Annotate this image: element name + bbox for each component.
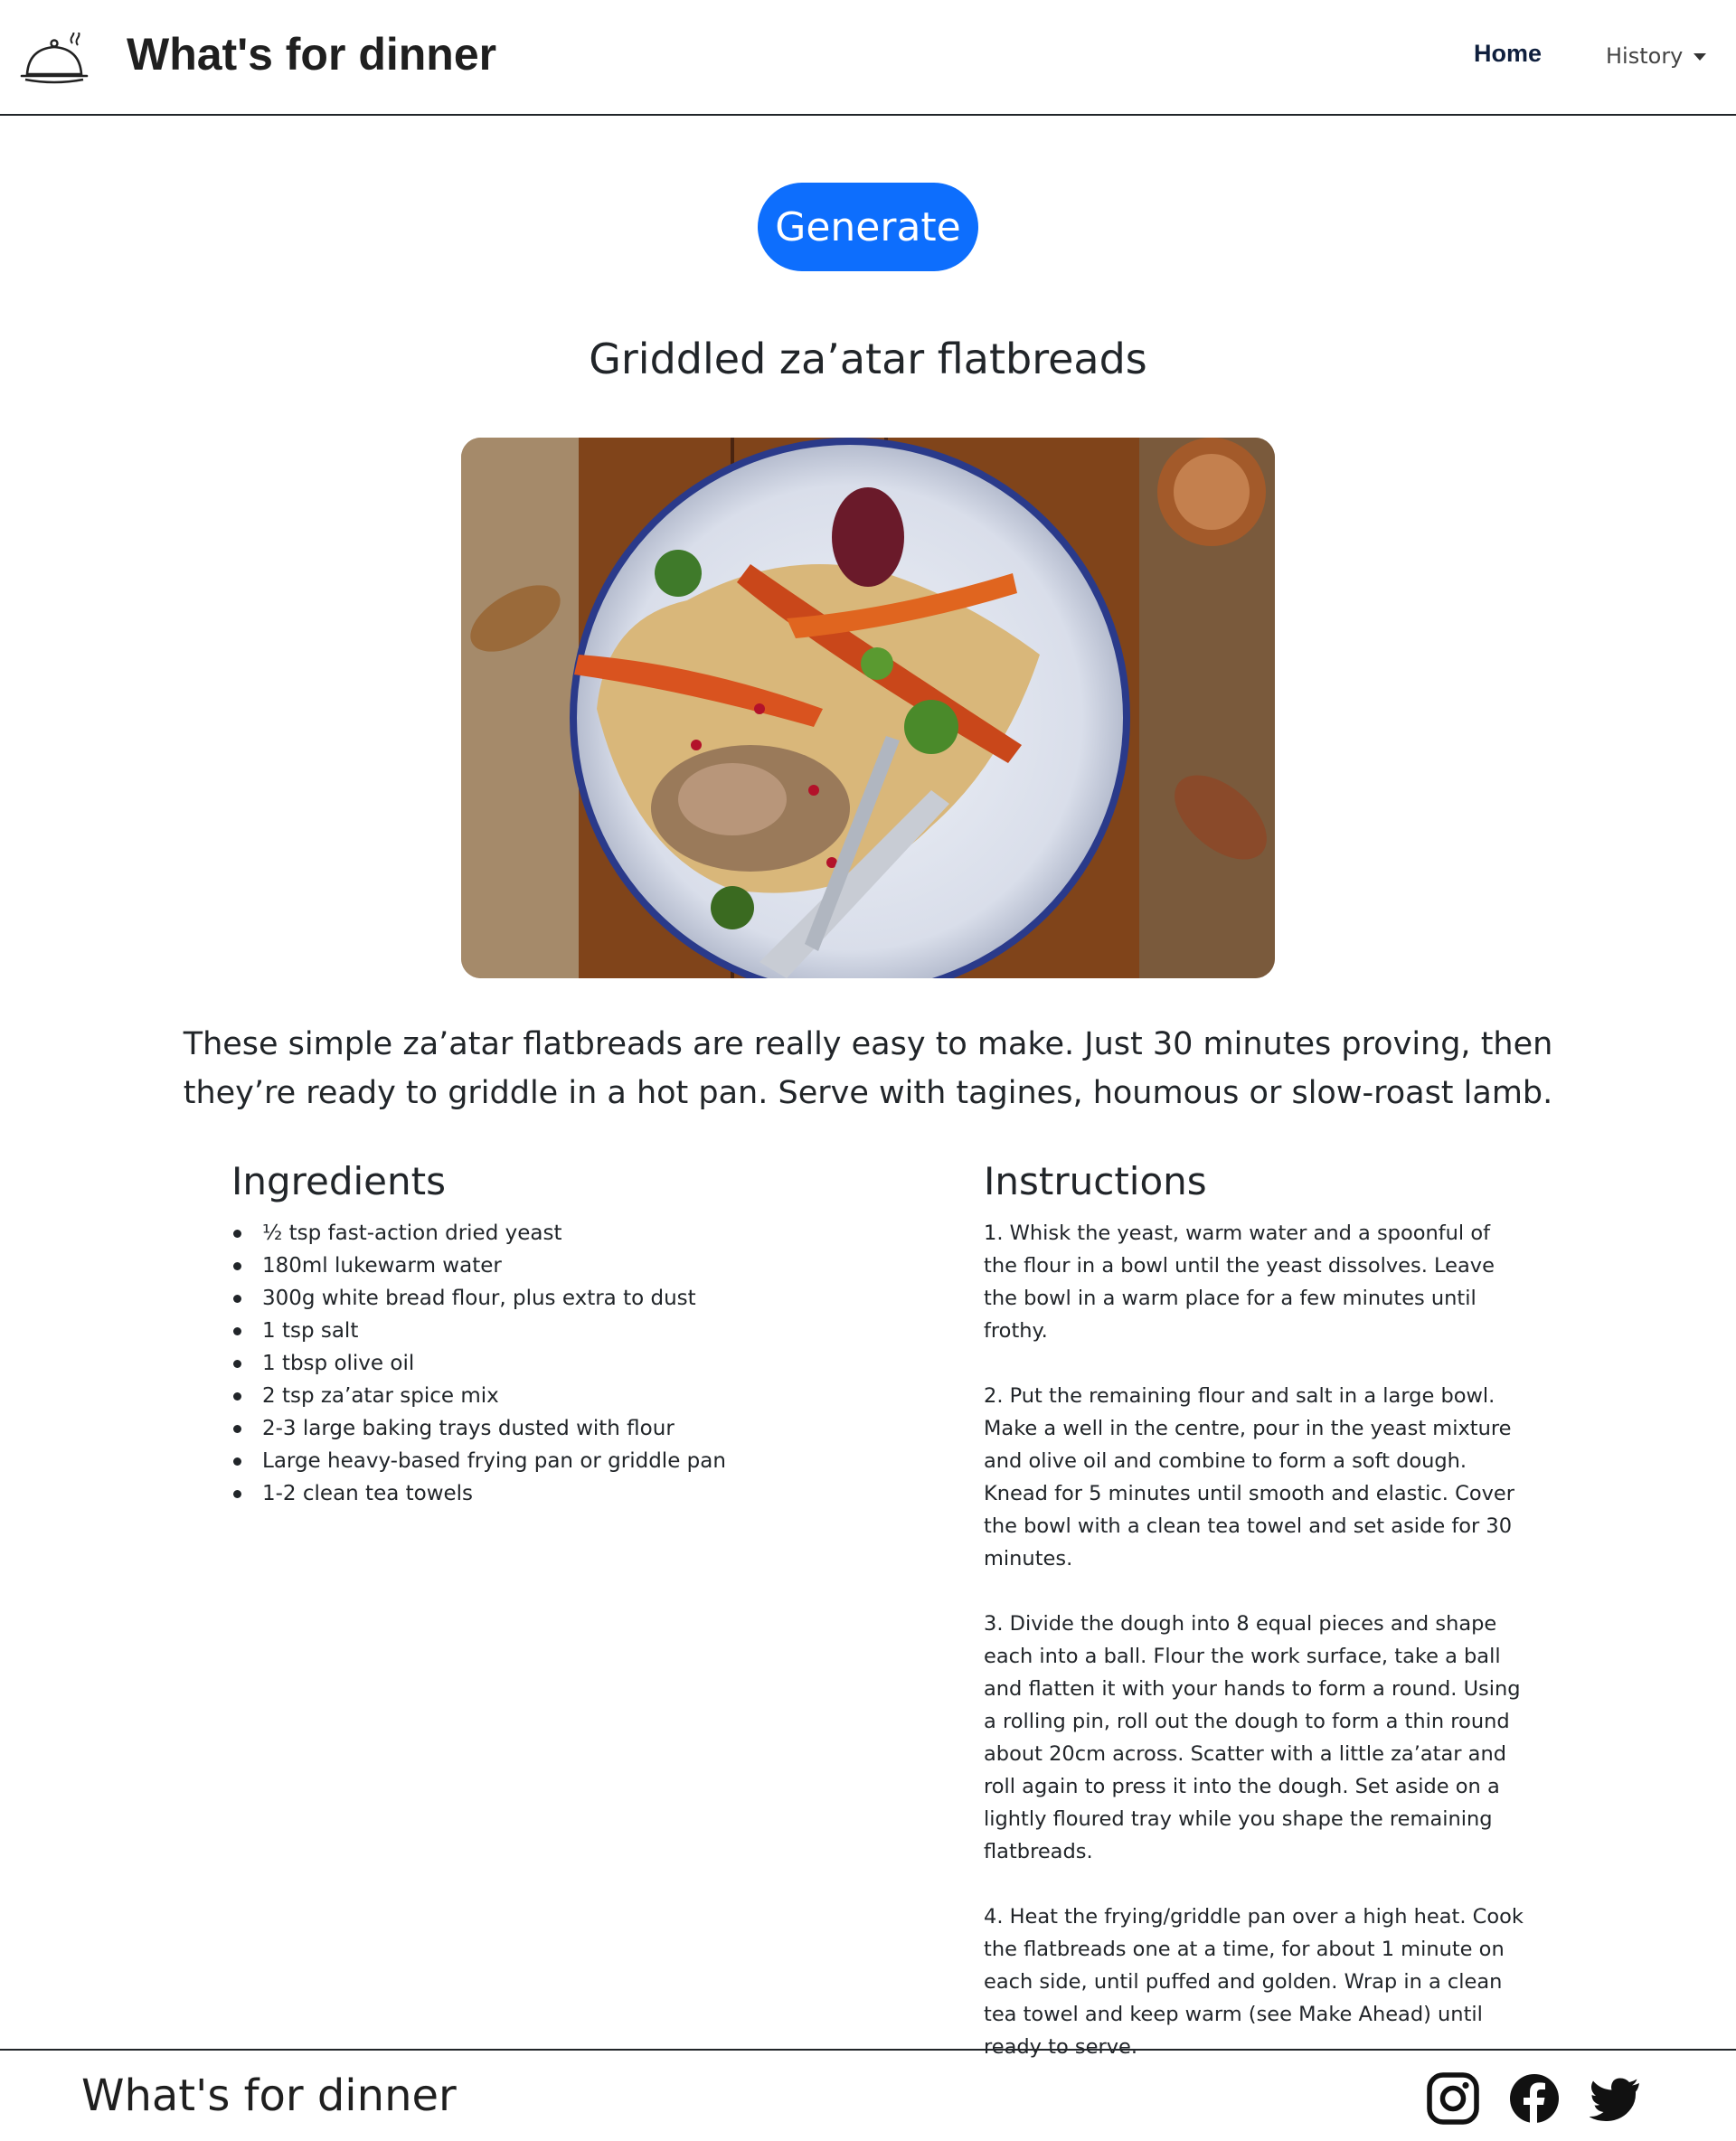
instructions-body: 1. Whisk the yeast, warm water and a spo… (984, 1217, 1526, 2096)
ingredient-item: 1-2 clean tea towels (231, 1477, 864, 1510)
instruction-step: 2. Put the remaining flour and salt in a… (984, 1384, 1514, 1570)
serving-cloche-icon[interactable] (20, 28, 89, 87)
ingredient-item: 1 tsp salt (231, 1315, 864, 1347)
instagram-icon[interactable] (1427, 2072, 1479, 2125)
ingredients-list: ½ tsp fast-action dried yeast 180ml luke… (231, 1217, 864, 1510)
instruction-step: 1. Whisk the yeast, warm water and a spo… (984, 1221, 1495, 1343)
recipe-title: Griddled za’atar flatbreads (589, 335, 1147, 383)
recipe-description: These simple za’atar flatbreads are real… (183, 1026, 1553, 1111)
ingredients-heading: Ingredients (231, 1159, 446, 1203)
nav-history-dropdown[interactable]: History (1606, 43, 1707, 69)
ingredient-item: Large heavy-based frying pan or griddle … (231, 1445, 864, 1477)
ingredient-item: 2 tsp za’atar spice mix (231, 1380, 864, 1412)
ingredient-item: 180ml lukewarm water (231, 1250, 864, 1282)
instruction-step: 3. Divide the dough into 8 equal pieces … (984, 1612, 1521, 1863)
ingredient-item: ½ tsp fast-action dried yeast (231, 1217, 864, 1250)
chevron-down-icon (1694, 53, 1707, 61)
generate-button[interactable]: Generate (758, 183, 978, 271)
ingredient-item: 1 tbsp olive oil (231, 1347, 864, 1380)
ingredient-item: 2-3 large baking trays dusted with flour (231, 1412, 864, 1445)
recipe-image (461, 438, 1275, 978)
footer-brand: What's for dinner (81, 2070, 457, 2121)
instructions-heading: Instructions (984, 1159, 1207, 1203)
footer: What's for dinner (0, 2049, 1736, 2141)
twitter-icon[interactable] (1590, 2072, 1642, 2125)
page: What's for dinner Home History Generate … (0, 0, 1736, 2141)
navbar: What's for dinner Home History (0, 0, 1736, 116)
nav-home-link[interactable]: Home (1474, 40, 1542, 68)
nav-history-label: History (1606, 43, 1684, 69)
brand-name[interactable]: What's for dinner (127, 27, 496, 81)
facebook-icon[interactable] (1508, 2072, 1561, 2125)
instruction-step: 4. Heat the frying/griddle pan over a hi… (984, 1905, 1524, 2059)
ingredient-item: 300g white bread flour, plus extra to du… (231, 1282, 864, 1315)
